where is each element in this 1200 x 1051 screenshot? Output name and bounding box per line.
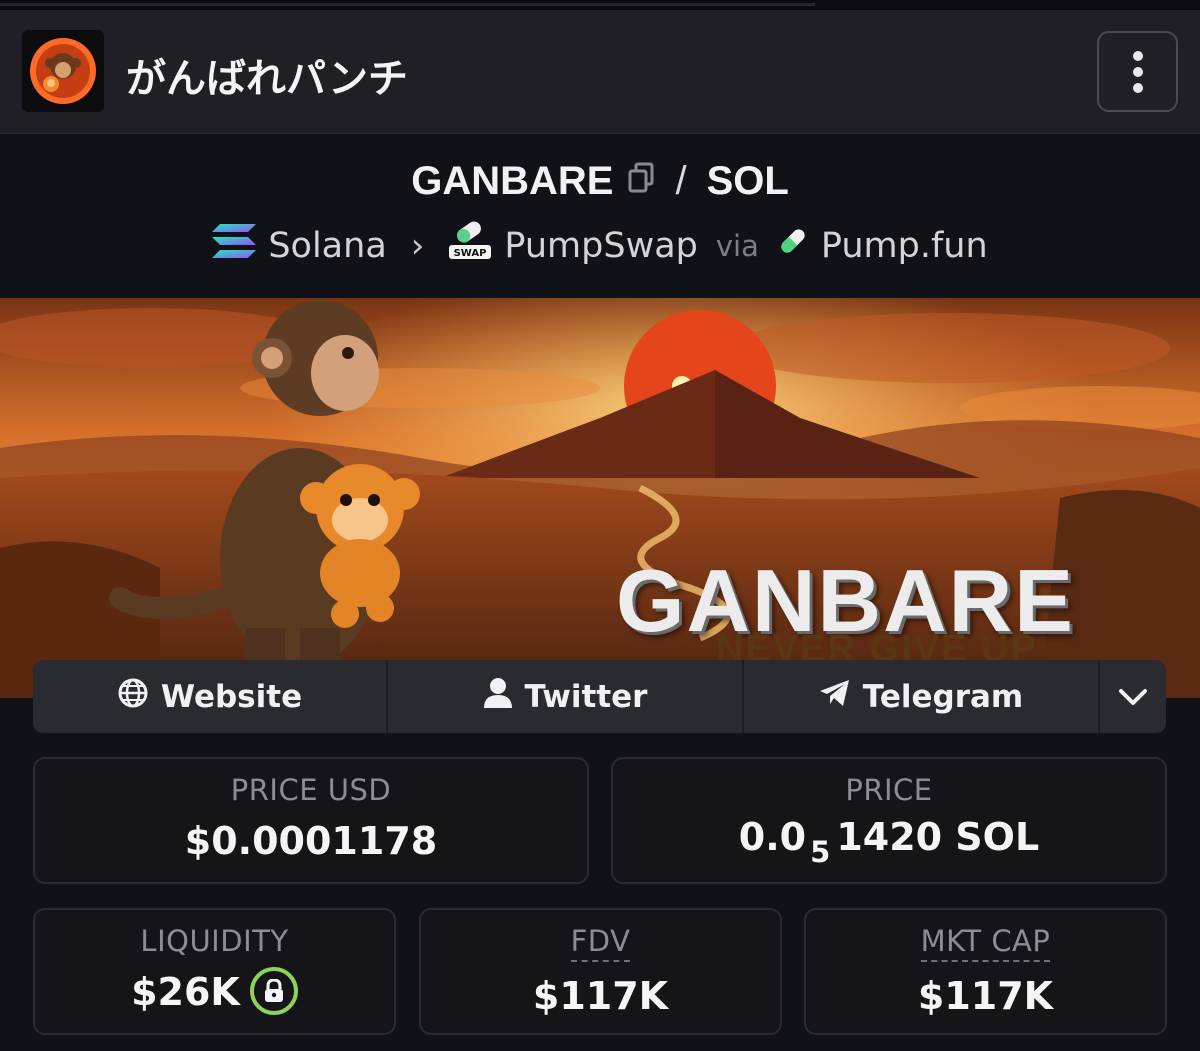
globe-icon bbox=[117, 677, 149, 717]
pair-route: Solana › SWAP PumpSwap via Pump.fun bbox=[0, 221, 1200, 270]
liquidity-value-row: $26K bbox=[35, 966, 394, 1019]
mkt-cap-label[interactable]: MKT CAP bbox=[920, 924, 1051, 962]
mkt-cap-value: $117K bbox=[917, 974, 1054, 1018]
pumpswap-icon: SWAP bbox=[448, 221, 492, 270]
mkt-cap-label-wrap: MKT CAP bbox=[806, 924, 1165, 962]
fdv-card: FDV $117K bbox=[419, 908, 782, 1035]
fdv-value: $117K bbox=[532, 974, 669, 1018]
fdv-label[interactable]: FDV bbox=[570, 924, 631, 962]
price-native-card: PRICE 0.0 5 1420 SOL bbox=[611, 757, 1167, 884]
chevron-right-icon: › bbox=[410, 225, 425, 266]
liquidity-label: LIQUIDITY bbox=[140, 924, 289, 958]
price-usd-label: PRICE USD bbox=[230, 773, 392, 807]
quote-symbol: SOL bbox=[706, 159, 789, 203]
price-usd-card: PRICE USD $0.0001178 bbox=[33, 757, 589, 884]
dex-link[interactable]: PumpSwap bbox=[504, 226, 698, 266]
liquidity-card: LIQUIDITY $26K bbox=[33, 908, 396, 1035]
telegram-button[interactable]: Telegram bbox=[744, 660, 1100, 733]
more-links-button[interactable] bbox=[1100, 660, 1166, 733]
mkt-cap-card: MKT CAP $117K bbox=[804, 908, 1167, 1035]
vertical-dots-icon[interactable] bbox=[1097, 31, 1178, 112]
top-progress-track bbox=[0, 0, 1200, 10]
swap-badge: SWAP bbox=[454, 248, 487, 259]
price-zero-count: 5 bbox=[810, 835, 831, 869]
base-symbol: GANBARE bbox=[411, 159, 614, 203]
price-label: PRICE bbox=[845, 773, 933, 807]
chevron-down-icon bbox=[1118, 679, 1148, 715]
twitter-button[interactable]: Twitter bbox=[388, 660, 744, 733]
telegram-icon bbox=[819, 679, 851, 715]
website-button[interactable]: Website bbox=[33, 660, 388, 733]
chain-link[interactable]: Solana bbox=[268, 226, 386, 266]
solana-icon bbox=[212, 224, 257, 267]
website-label: Website bbox=[160, 678, 303, 715]
monkey-avatar-icon[interactable] bbox=[22, 30, 104, 112]
pump-pill-icon bbox=[777, 225, 809, 266]
token-name: がんばれパンチ bbox=[126, 56, 408, 102]
twitter-label: Twitter bbox=[524, 678, 648, 715]
token-header: がんばれパンチ bbox=[0, 10, 1200, 134]
top-progress-bar bbox=[0, 3, 815, 6]
lock-icon[interactable] bbox=[249, 966, 298, 1015]
price-digits: 1420 SOL bbox=[836, 815, 1040, 859]
liquidity-value: $26K bbox=[131, 970, 240, 1014]
price-prefix: 0.0 bbox=[738, 815, 807, 859]
telegram-label: Telegram bbox=[862, 678, 1024, 715]
fdv-label-wrap: FDV bbox=[421, 924, 780, 962]
copy-icon[interactable] bbox=[627, 159, 655, 204]
user-icon bbox=[483, 677, 513, 717]
pair-info: GANBARE / SOL Solana › SWAP PumpSwap via… bbox=[0, 135, 1200, 298]
pair-separator: / bbox=[675, 159, 687, 203]
social-links-bar: Website Twitter Telegram bbox=[33, 660, 1166, 733]
pair-title: GANBARE / SOL bbox=[0, 159, 1200, 204]
price-native-value: 0.0 5 1420 SOL bbox=[613, 815, 1165, 869]
via-label: via bbox=[715, 228, 759, 263]
launchpad-link[interactable]: Pump.fun bbox=[821, 226, 988, 266]
price-usd-value: $0.0001178 bbox=[184, 819, 438, 863]
